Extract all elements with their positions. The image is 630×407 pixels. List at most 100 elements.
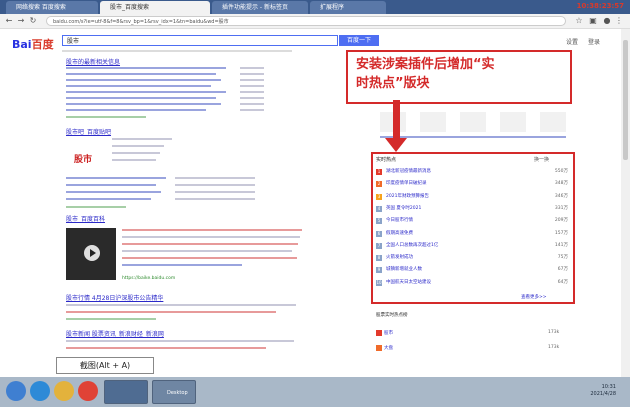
search-tabs-bar[interactable] [62,50,292,52]
tab-4[interactable]: 扩展程序 [310,1,386,14]
hot-item[interactable]: 1 湖北新冠疫情最新消息 550万 [376,168,568,178]
hot-refresh-link[interactable]: 换一换 [534,156,549,163]
baike-text-line [122,243,298,245]
hot-item-count: 550万 [554,169,568,174]
tieba-post[interactable] [66,184,156,186]
chrome-icon[interactable] [78,381,98,401]
tieba-post[interactable] [66,191,161,193]
hot-item-title[interactable]: 假期高速免费 [386,230,413,238]
search-input[interactable]: 股市 [62,35,338,46]
result-4-source [66,318,156,320]
hot-item-title[interactable]: 英国 夏令时2021 [386,205,421,213]
result-1-line[interactable] [66,67,226,69]
hot-item[interactable]: 8 火箭发射成功 75万 [376,254,568,264]
tieba-promo[interactable]: 股市 [66,140,106,174]
hot-item-title[interactable]: 2021年财政预算报告 [386,193,429,201]
side-thumb-4[interactable] [500,112,526,132]
result-1-line[interactable] [66,91,226,93]
hot-item-rank: 1 [376,169,382,175]
result-1-line[interactable] [66,109,206,111]
side-thumb-captions[interactable] [380,136,566,138]
menu-icon[interactable]: ⋮ [614,15,624,26]
hot-item-rank: 8 [376,255,382,262]
hot-item-title[interactable]: 中国航天日太空站建设 [386,279,431,287]
result-1-line[interactable] [66,85,211,87]
address-bar[interactable]: baidu.com/s?ie=utf-8&f=8&rsv_bp=1&rsv_id… [46,16,566,26]
hot-item[interactable]: 9 城镇新增就业人数 67万 [376,266,568,276]
baike-links[interactable] [122,264,242,266]
side-list-item-2[interactable]: 大盘 [384,345,393,351]
result-title-1[interactable]: 股市的最新相关信息 [66,57,120,66]
hot-item-count: 331万 [554,205,568,211]
annotation-text: 安装涉案插件后增加“实 时热点”版块 [356,55,562,93]
hot-item-rank: 2 [376,181,382,188]
login-link[interactable]: 登录 [588,37,600,46]
reload-icon[interactable]: ↻ [28,15,38,26]
result-1-count [240,67,264,69]
result-title-4[interactable]: 股市行情 4月28日沪深股市公告精华 [66,293,163,302]
side-list-title: 股票实时热点榜 [376,313,408,318]
tab-3[interactable]: 插件功能提示 - 新标签页 [212,1,308,14]
star-icon[interactable]: ☆ [574,15,584,26]
result-1-count [240,73,264,75]
extension-icon[interactable]: ▣ [588,15,598,26]
tab-1[interactable]: 网络搜索 百度搜索 [6,1,98,14]
hot-item-title[interactable]: 火箭发射成功 [386,254,413,262]
back-icon[interactable]: ← [4,15,14,26]
tieba-info [112,138,172,140]
side-list-badge-2 [376,345,382,351]
hot-item-title[interactable]: 城镇新增就业人数 [386,266,422,274]
baidu-logo[interactable]: Bai百度 [12,36,54,52]
hot-item[interactable]: 5 今日股市行情 209万 [376,217,568,227]
baike-source-url[interactable]: https://baike.baidu.com [122,276,175,281]
hot-item-title[interactable]: 全国人口总数再次超过1亿 [386,242,438,250]
result-4-text [66,311,276,313]
profile-icon[interactable]: ● [602,15,612,26]
hot-item[interactable]: 2 印度疫情单日破纪录 348万 [376,180,568,190]
taskbar-window-browser[interactable] [104,380,148,404]
folder-icon[interactable] [54,381,74,401]
result-1-line[interactable] [66,103,221,105]
side-thumb-3[interactable] [460,112,486,132]
tieba-post-meta [175,184,255,186]
ie-icon[interactable] [30,381,50,401]
result-title-3[interactable]: 股市_百度百科 [66,214,105,223]
start-button-icon[interactable] [6,381,26,401]
hot-item[interactable]: 7 全国人口总数再次超过1亿 141万 [376,242,568,252]
result-title-2[interactable]: 股市吧_百度贴吧 [66,127,111,136]
hot-item-title[interactable]: 印度疫情单日破纪录 [386,180,427,188]
hot-more-link[interactable]: 查看更多>> [521,294,547,300]
tieba-post[interactable] [66,198,151,200]
annotation-arrow-head [385,138,407,152]
side-thumb-2[interactable] [420,112,446,132]
side-list-item-1[interactable]: 股市 [384,330,393,336]
result-4-text [66,304,296,306]
taskbar-window-desktop[interactable]: Desktop [152,380,196,404]
tieba-info [112,145,164,147]
result-1-count [240,85,264,87]
search-button[interactable]: 百度一下 [339,35,379,46]
hot-item-rank: 10 [376,279,382,286]
scrollbar-thumb[interactable] [623,40,628,160]
hot-item[interactable]: 4 英国 夏令时2021 331万 [376,205,568,215]
result-5-text [66,347,266,349]
hot-item-title[interactable]: 湖北新冠疫情最新消息 [386,168,431,176]
result-1-count [240,97,264,99]
tab-2-active[interactable]: 股市_百度搜索 [100,1,210,14]
hot-item-count: 64万 [557,279,568,285]
settings-link[interactable]: 设置 [566,37,578,46]
result-title-5[interactable]: 股市新闻 股票资讯_新浪财经_新浪网 [66,329,164,338]
tieba-post[interactable] [66,177,166,179]
side-thumb-5[interactable] [540,112,566,132]
forward-icon[interactable]: → [16,15,26,26]
hot-item-rank: 4 [376,205,382,212]
tieba-post-meta [175,191,255,193]
result-1-line[interactable] [66,79,221,81]
hot-item[interactable]: 6 假期高速免费 157万 [376,230,568,240]
result-1-line[interactable] [66,97,216,99]
hot-item[interactable]: 10 中国航天日太空站建设 64万 [376,279,568,289]
hot-item[interactable]: 3 2021年财政预算报告 346万 [376,193,568,203]
hot-item-count: 67万 [557,267,568,273]
result-1-line[interactable] [66,73,216,75]
hot-item-title[interactable]: 今日股市行情 [386,217,413,225]
